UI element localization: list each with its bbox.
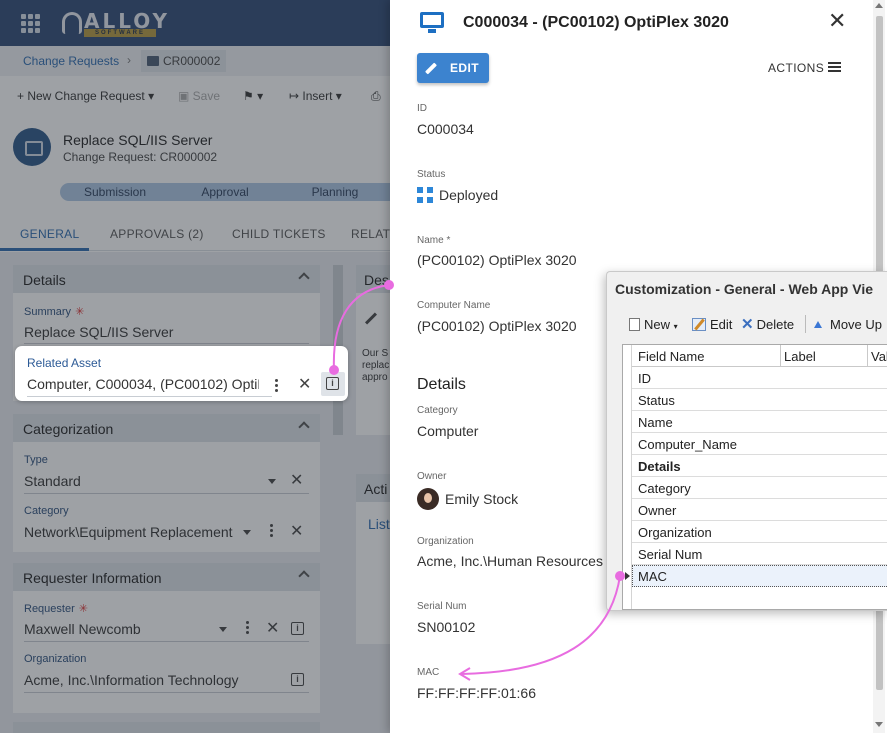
owner-name: Emily Stock [445,491,519,507]
related-asset-info-button[interactable]: i [321,372,345,396]
grid-cell-field-name: ID [638,371,651,386]
related-asset-underline [27,396,272,397]
delete-icon: ✕ [741,316,754,333]
edit-field-icon [692,318,706,331]
edit-button[interactable]: EDIT [417,53,489,83]
grid-row[interactable]: Owner [632,499,887,521]
grid-header: Field Name Label Val [632,345,887,367]
computer-monitor-icon [420,12,444,34]
grid-cell-field-name: Computer_Name [638,437,737,452]
scroll-up-icon[interactable] [875,3,883,8]
delete-button[interactable]: ✕ Delete [741,315,794,333]
grid-cell-field-name: MAC [638,569,667,584]
column-field-name[interactable]: Field Name [638,349,704,364]
close-drawer-icon[interactable]: ✕ [828,10,846,32]
new-document-icon [629,318,640,331]
grid-cell-field-name: Name [638,415,673,430]
move-up-button[interactable]: Move Up [814,317,882,332]
grid-cell-field-name: Details [638,459,681,474]
grid-cell-field-name: Organization [638,525,712,540]
scroll-down-icon[interactable] [875,722,883,727]
customization-toolbar: New ▾ Edit ✕ Delete Move Up [607,310,887,338]
column-value[interactable]: Val [871,349,887,364]
mac-label: MAC [417,667,440,678]
status-value-text: Deployed [439,187,499,203]
grid-row-section[interactable]: Details [632,455,887,477]
actions-menu-button[interactable]: ACTIONS [768,61,824,75]
customization-dialog: Customization - General - Web App Vie Ne… [606,271,887,611]
customization-title: Customization - General - Web App Vie [615,281,873,297]
related-asset-clear-icon[interactable]: ✕ [298,377,311,393]
edit-field-label: Edit [710,317,733,332]
move-up-icon [814,321,822,328]
related-asset-more-icon[interactable] [275,379,278,392]
edit-field-button[interactable]: Edit [692,317,732,332]
serial-num-value: SN00102 [417,619,476,635]
owner-label: Owner [417,471,447,482]
column-separator[interactable] [867,345,868,367]
info-icon: i [326,377,339,390]
status-label: Status [417,169,446,180]
current-row-pointer-icon [625,572,630,580]
name-value: (PC00102) OptiPlex 3020 [417,252,577,268]
status-value: Deployed [417,187,498,203]
grid-row[interactable]: Name [632,411,887,433]
related-asset-value[interactable]: Computer, C000034, (PC00102) OptiPlex 30… [27,376,259,392]
category-label: Category [417,405,458,416]
drawer-title: C000034 - (PC00102) OptiPlex 3020 [463,14,729,31]
column-label[interactable]: Label [784,349,816,364]
grid-cell-field-name: Status [638,393,675,408]
id-value: C000034 [417,121,474,137]
computer-name-label: Computer Name [417,300,491,311]
grid-cell-field-name: Category [638,481,691,496]
new-dropdown-icon: ▾ [673,322,678,331]
pencil-icon [424,62,438,75]
grid-row[interactable]: Status [632,389,887,411]
related-asset-field[interactable]: Related Asset Computer, C000034, (PC0010… [15,346,348,401]
mac-value: FF:FF:FF:FF:01:66 [417,685,537,701]
grid-cell-field-name: Serial Num [638,547,703,562]
toolbar-separator [805,315,806,333]
grid-row-selected[interactable]: MAC [632,565,887,587]
grid-row[interactable]: Serial Num [632,543,887,565]
id-label: ID [417,103,427,114]
grid-row[interactable]: Organization [632,521,887,543]
grid-row[interactable]: Computer_Name [632,433,887,455]
row-selector-column [623,345,632,609]
serial-num-label: Serial Num [417,601,467,612]
new-button-label: New [644,317,671,332]
grid-cell-field-name: Owner [638,503,677,518]
new-button[interactable]: New ▾ [629,317,678,332]
details-section-heading: Details [417,376,466,393]
related-asset-label: Related Asset [27,356,102,370]
grid-row[interactable]: ID [632,367,887,389]
edit-button-label: EDIT [450,61,479,75]
hamburger-menu-icon[interactable] [828,62,841,72]
computer-name-value: (PC00102) OptiPlex 3020 [417,318,577,334]
field-grid: Field Name Label Val ID Status Name Comp… [622,344,887,610]
owner-value[interactable]: Emily Stock [417,488,518,510]
column-separator[interactable] [780,345,781,367]
name-label: Name * [417,235,451,246]
organization-label: Organization [417,536,474,547]
move-up-label: Move Up [830,317,883,332]
grid-row[interactable]: Category [632,477,887,499]
delete-button-label: Delete [756,317,795,332]
deployed-status-icon [417,187,433,203]
organization-value: Acme, Inc.\Human Resources [417,553,603,569]
owner-avatar [417,488,439,510]
category-value: Computer [417,423,479,439]
